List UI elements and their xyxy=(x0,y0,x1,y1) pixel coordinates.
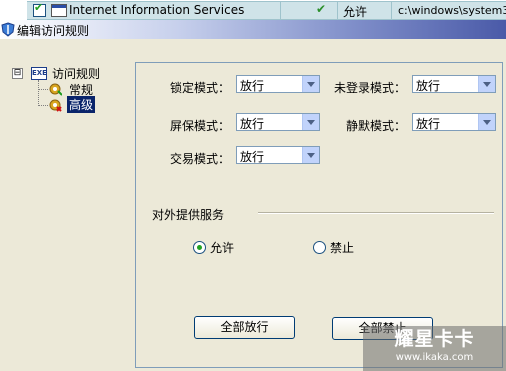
trade-mode-select[interactable]: 放行 xyxy=(236,146,320,164)
column-divider xyxy=(337,2,338,19)
gear-icon xyxy=(49,99,62,112)
dialog-title: 编辑访问规则 xyxy=(17,24,90,38)
not-logged-in-mode-value: 放行 xyxy=(416,79,441,93)
silent-mode-select[interactable]: 放行 xyxy=(412,113,496,131)
screensaver-mode-value: 放行 xyxy=(240,117,265,131)
chevron-down-icon[interactable] xyxy=(302,76,319,92)
silent-mode-value: 放行 xyxy=(416,117,441,131)
chevron-down-icon[interactable] xyxy=(302,147,319,163)
lock-mode-select[interactable]: 放行 xyxy=(236,75,320,93)
not-logged-in-mode-select[interactable]: 放行 xyxy=(412,75,496,93)
watermark-url: www.ikaka.com xyxy=(395,352,474,363)
service-path: c:\windows\system3 xyxy=(398,4,506,17)
radio-selected-dot xyxy=(197,245,202,250)
trade-mode-label: 交易模式： xyxy=(169,152,230,166)
exe-icon: EXE xyxy=(31,67,47,80)
shield-icon xyxy=(1,22,15,37)
column-divider xyxy=(280,2,281,19)
rule-tree: ⊟ EXE 访问规则 常规 高级 xyxy=(6,62,130,366)
service-status: 允许 xyxy=(343,5,368,19)
deny-radio-option[interactable]: 禁止 xyxy=(313,239,373,255)
lock-mode-value: 放行 xyxy=(240,79,265,93)
deny-radio[interactable] xyxy=(313,241,326,254)
service-list: ✔ Internet Information Services ✔ 允许 c:\… xyxy=(0,0,506,20)
not-logged-in-mode-label: 未登录模式： xyxy=(333,81,406,95)
tree-item-advanced[interactable]: 高级 xyxy=(48,96,128,114)
watermark: 耀星卡卡 www.ikaka.com xyxy=(363,326,506,371)
dialog-title-bar[interactable]: 编辑访问规则 xyxy=(0,20,506,39)
silent-mode-label: 静默模式： xyxy=(345,119,406,133)
collapse-toggle[interactable]: ⊟ xyxy=(12,68,23,79)
group-divider xyxy=(258,212,494,214)
tree-line xyxy=(38,80,39,106)
allowed-check-icon: ✔ xyxy=(316,2,327,16)
advanced-settings-panel: 锁定模式： 放行 未登录模式： 放行 屏保模式： 放行 静默模式： 放行 交易模… xyxy=(135,62,503,368)
allow-label: 允许 xyxy=(210,241,235,255)
lock-mode-label: 锁定模式： xyxy=(169,81,230,95)
chevron-down-icon[interactable] xyxy=(478,114,495,130)
row-checkbox[interactable]: ✔ xyxy=(33,1,46,17)
screensaver-mode-select[interactable]: 放行 xyxy=(236,113,320,131)
deny-label: 禁止 xyxy=(330,241,355,255)
chevron-down-icon[interactable] xyxy=(302,114,319,130)
column-divider xyxy=(391,2,392,19)
tree-line xyxy=(38,89,48,90)
allow-radio-option[interactable]: 允许 xyxy=(193,239,253,255)
trade-mode-value: 放行 xyxy=(240,150,265,164)
gear-icon xyxy=(49,83,62,96)
tree-item-label: 高级 xyxy=(67,96,96,113)
screensaver-mode-label: 屏保模式： xyxy=(169,119,230,133)
service-name: Internet Information Services xyxy=(69,3,245,17)
chevron-down-icon[interactable] xyxy=(478,76,495,92)
allow-all-button[interactable]: 全部放行 xyxy=(194,316,295,339)
checkmark-icon: ✔ xyxy=(34,1,44,14)
table-row[interactable]: ✔ Internet Information Services ✔ 允许 c:\… xyxy=(27,1,506,20)
allow-radio[interactable] xyxy=(193,241,206,254)
tree-root-label[interactable]: 访问规则 xyxy=(52,65,100,82)
application-icon xyxy=(51,4,67,17)
external-service-group-label: 对外提供服务 xyxy=(152,208,225,222)
watermark-title: 耀星卡卡 xyxy=(394,328,475,350)
tree-line xyxy=(38,105,48,106)
